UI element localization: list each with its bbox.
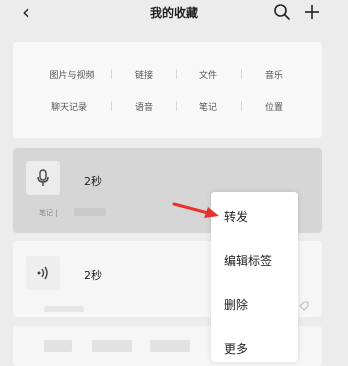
category-chat-history[interactable]: 聊天记录 bbox=[39, 100, 99, 113]
category-music[interactable]: 音乐 bbox=[244, 68, 304, 81]
menu-item-more[interactable]: 更多 bbox=[224, 340, 248, 357]
category-location[interactable]: 位置 bbox=[244, 100, 304, 113]
voice-wave-icon bbox=[37, 266, 48, 280]
category-files[interactable]: 文件 bbox=[178, 68, 238, 81]
menu-item-forward[interactable]: 转发 bbox=[224, 208, 248, 225]
category-panel bbox=[13, 42, 322, 138]
divider bbox=[176, 101, 177, 111]
red-arrow-icon bbox=[172, 202, 219, 218]
blurred-sender bbox=[74, 208, 106, 216]
menu-item-delete[interactable]: 删除 bbox=[224, 296, 248, 313]
divider bbox=[241, 69, 242, 79]
blurred-thumbnail bbox=[92, 340, 132, 352]
tag-icon[interactable] bbox=[298, 300, 310, 312]
divider bbox=[111, 69, 112, 79]
blurred-sender bbox=[44, 306, 84, 312]
top-bar: ‹ 我的收藏 bbox=[0, 0, 348, 26]
category-links[interactable]: 链接 bbox=[114, 68, 174, 81]
page-title: 我的收藏 bbox=[149, 6, 198, 20]
divider bbox=[176, 69, 177, 79]
context-menu: 转发 编辑标签 删除 更多 bbox=[211, 192, 298, 362]
add-icon[interactable] bbox=[303, 3, 321, 21]
category-voice[interactable]: 语音 bbox=[114, 100, 174, 113]
voice-duration: 2秒 bbox=[84, 175, 102, 188]
divider bbox=[241, 101, 242, 111]
category-photos-videos[interactable]: 图片与视频 bbox=[42, 68, 102, 81]
menu-item-edit-tags[interactable]: 编辑标签 bbox=[224, 252, 272, 269]
item-source-label: 笔记 | bbox=[39, 209, 58, 217]
voice-duration: 2秒 bbox=[84, 269, 102, 282]
search-icon[interactable] bbox=[273, 3, 291, 21]
microphone-icon bbox=[37, 169, 49, 186]
divider bbox=[111, 101, 112, 111]
category-notes[interactable]: 笔记 bbox=[178, 100, 238, 113]
blurred-thumbnail bbox=[44, 340, 72, 352]
blurred-thumbnail bbox=[150, 340, 190, 352]
